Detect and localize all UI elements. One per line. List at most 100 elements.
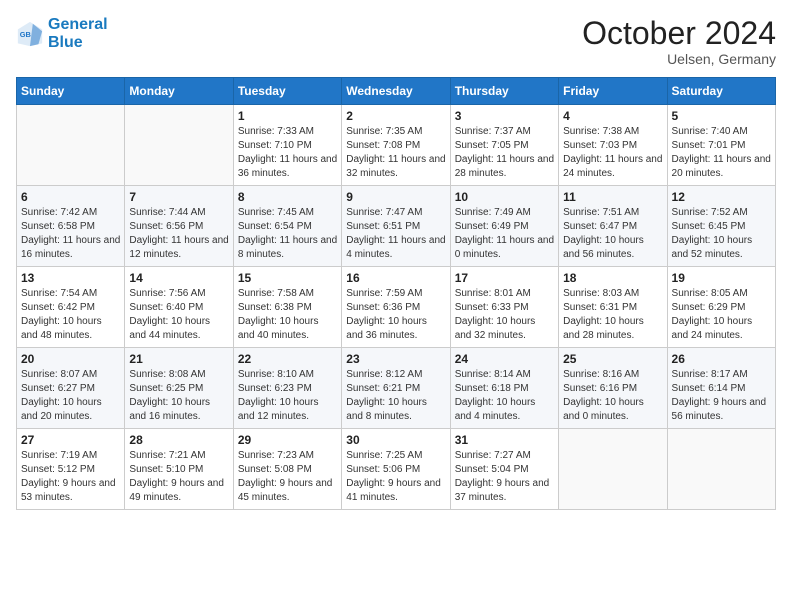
calendar-cell: 6 Sunrise: 7:42 AM Sunset: 6:58 PM Daylig… (17, 186, 125, 267)
day-info: Sunrise: 7:47 AM Sunset: 6:51 PM Dayligh… (346, 206, 445, 262)
calendar-header-row: SundayMondayTuesdayWednesdayThursdayFrid… (17, 78, 776, 105)
day-number: 1 (238, 109, 337, 123)
day-info: Sunrise: 8:16 AM Sunset: 6:16 PM Dayligh… (563, 368, 662, 424)
day-info: Sunrise: 7:38 AM Sunset: 7:03 PM Dayligh… (563, 125, 662, 181)
col-header-sunday: Sunday (17, 78, 125, 105)
calendar-cell: 12 Sunrise: 7:52 AM Sunset: 6:45 PM Dayli… (667, 186, 775, 267)
day-info: Sunrise: 7:42 AM Sunset: 6:58 PM Dayligh… (21, 206, 120, 262)
day-number: 12 (672, 190, 771, 204)
calendar-cell: 23 Sunrise: 8:12 AM Sunset: 6:21 PM Dayli… (342, 348, 450, 429)
day-number: 9 (346, 190, 445, 204)
calendar-week-2: 13 Sunrise: 7:54 AM Sunset: 6:42 PM Dayli… (17, 267, 776, 348)
col-header-wednesday: Wednesday (342, 78, 450, 105)
calendar-cell: 5 Sunrise: 7:40 AM Sunset: 7:01 PM Daylig… (667, 105, 775, 186)
day-info: Sunrise: 8:10 AM Sunset: 6:23 PM Dayligh… (238, 368, 337, 424)
day-info: Sunrise: 7:45 AM Sunset: 6:54 PM Dayligh… (238, 206, 337, 262)
day-number: 28 (129, 433, 228, 447)
day-info: Sunrise: 7:19 AM Sunset: 5:12 PM Dayligh… (21, 449, 120, 505)
day-number: 15 (238, 271, 337, 285)
day-number: 14 (129, 271, 228, 285)
calendar-cell: 13 Sunrise: 7:54 AM Sunset: 6:42 PM Dayli… (17, 267, 125, 348)
day-number: 25 (563, 352, 662, 366)
calendar-cell: 24 Sunrise: 8:14 AM Sunset: 6:18 PM Dayli… (450, 348, 558, 429)
calendar-cell: 8 Sunrise: 7:45 AM Sunset: 6:54 PM Daylig… (233, 186, 341, 267)
day-info: Sunrise: 7:58 AM Sunset: 6:38 PM Dayligh… (238, 287, 337, 343)
day-info: Sunrise: 7:33 AM Sunset: 7:10 PM Dayligh… (238, 125, 337, 181)
calendar-cell: 19 Sunrise: 8:05 AM Sunset: 6:29 PM Dayli… (667, 267, 775, 348)
logo: GB General Blue (16, 16, 108, 51)
day-number: 30 (346, 433, 445, 447)
calendar-week-1: 6 Sunrise: 7:42 AM Sunset: 6:58 PM Daylig… (17, 186, 776, 267)
day-info: Sunrise: 8:17 AM Sunset: 6:14 PM Dayligh… (672, 368, 771, 424)
col-header-friday: Friday (559, 78, 667, 105)
calendar-cell: 18 Sunrise: 8:03 AM Sunset: 6:31 PM Dayli… (559, 267, 667, 348)
calendar-cell: 14 Sunrise: 7:56 AM Sunset: 6:40 PM Dayli… (125, 267, 233, 348)
day-number: 10 (455, 190, 554, 204)
calendar-cell (125, 105, 233, 186)
day-number: 24 (455, 352, 554, 366)
calendar-week-4: 27 Sunrise: 7:19 AM Sunset: 5:12 PM Dayli… (17, 429, 776, 510)
calendar-cell: 9 Sunrise: 7:47 AM Sunset: 6:51 PM Daylig… (342, 186, 450, 267)
day-number: 31 (455, 433, 554, 447)
day-info: Sunrise: 7:25 AM Sunset: 5:06 PM Dayligh… (346, 449, 445, 505)
page-header: GB General Blue October 2024 Uelsen, Ger… (16, 16, 776, 67)
day-info: Sunrise: 7:21 AM Sunset: 5:10 PM Dayligh… (129, 449, 228, 505)
day-number: 16 (346, 271, 445, 285)
calendar-cell: 11 Sunrise: 7:51 AM Sunset: 6:47 PM Dayli… (559, 186, 667, 267)
day-number: 27 (21, 433, 120, 447)
day-info: Sunrise: 7:23 AM Sunset: 5:08 PM Dayligh… (238, 449, 337, 505)
calendar-cell: 28 Sunrise: 7:21 AM Sunset: 5:10 PM Dayli… (125, 429, 233, 510)
day-number: 5 (672, 109, 771, 123)
day-number: 21 (129, 352, 228, 366)
logo-icon: GB (16, 20, 44, 48)
calendar-table: SundayMondayTuesdayWednesdayThursdayFrid… (16, 77, 776, 510)
calendar-cell: 4 Sunrise: 7:38 AM Sunset: 7:03 PM Daylig… (559, 105, 667, 186)
day-info: Sunrise: 7:40 AM Sunset: 7:01 PM Dayligh… (672, 125, 771, 181)
day-number: 23 (346, 352, 445, 366)
day-info: Sunrise: 7:35 AM Sunset: 7:08 PM Dayligh… (346, 125, 445, 181)
day-number: 20 (21, 352, 120, 366)
col-header-tuesday: Tuesday (233, 78, 341, 105)
day-info: Sunrise: 7:27 AM Sunset: 5:04 PM Dayligh… (455, 449, 554, 505)
calendar-cell: 7Sunrise: 7:44 AM Sunset: 6:56 PM Daylig… (125, 186, 233, 267)
day-info: Sunrise: 7:49 AM Sunset: 6:49 PM Dayligh… (455, 206, 554, 262)
calendar-cell: 2 Sunrise: 7:35 AM Sunset: 7:08 PM Daylig… (342, 105, 450, 186)
title-block: October 2024 Uelsen, Germany (582, 16, 776, 67)
calendar-cell: 27 Sunrise: 7:19 AM Sunset: 5:12 PM Dayli… (17, 429, 125, 510)
day-number: 17 (455, 271, 554, 285)
day-number: 11 (563, 190, 662, 204)
calendar-cell: 29 Sunrise: 7:23 AM Sunset: 5:08 PM Dayli… (233, 429, 341, 510)
day-number: 2 (346, 109, 445, 123)
day-info: Sunrise: 7:54 AM Sunset: 6:42 PM Dayligh… (21, 287, 120, 343)
calendar-cell (667, 429, 775, 510)
day-number: 18 (563, 271, 662, 285)
calendar-cell: 22 Sunrise: 8:10 AM Sunset: 6:23 PM Dayli… (233, 348, 341, 429)
calendar-week-3: 20 Sunrise: 8:07 AM Sunset: 6:27 PM Dayli… (17, 348, 776, 429)
day-info: Sunrise: 7:52 AM Sunset: 6:45 PM Dayligh… (672, 206, 771, 262)
day-info: Sunrise: 7:56 AM Sunset: 6:40 PM Dayligh… (129, 287, 228, 343)
day-number: 22 (238, 352, 337, 366)
col-header-saturday: Saturday (667, 78, 775, 105)
calendar-cell: 31 Sunrise: 7:27 AM Sunset: 5:04 PM Dayli… (450, 429, 558, 510)
day-info: Sunrise: 7:51 AM Sunset: 6:47 PM Dayligh… (563, 206, 662, 262)
svg-text:GB: GB (20, 29, 32, 38)
day-info: Sunrise: 8:14 AM Sunset: 6:18 PM Dayligh… (455, 368, 554, 424)
day-number: 4 (563, 109, 662, 123)
day-info: Sunrise: 8:05 AM Sunset: 6:29 PM Dayligh… (672, 287, 771, 343)
day-number: 19 (672, 271, 771, 285)
day-number: 29 (238, 433, 337, 447)
logo-text: General Blue (48, 16, 108, 51)
day-number: 13 (21, 271, 120, 285)
col-header-monday: Monday (125, 78, 233, 105)
day-info: Sunrise: 8:12 AM Sunset: 6:21 PM Dayligh… (346, 368, 445, 424)
col-header-thursday: Thursday (450, 78, 558, 105)
day-info: Sunrise: 8:03 AM Sunset: 6:31 PM Dayligh… (563, 287, 662, 343)
calendar-cell: 1 Sunrise: 7:33 AM Sunset: 7:10 PM Daylig… (233, 105, 341, 186)
day-number: 6 (21, 190, 120, 204)
day-info: Sunrise: 8:07 AM Sunset: 6:27 PM Dayligh… (21, 368, 120, 424)
month-title: October 2024 (582, 16, 776, 51)
calendar-cell: 26Sunrise: 8:17 AM Sunset: 6:14 PM Dayli… (667, 348, 775, 429)
calendar-cell: 16Sunrise: 7:59 AM Sunset: 6:36 PM Dayli… (342, 267, 450, 348)
day-number: 8 (238, 190, 337, 204)
calendar-cell: 3Sunrise: 7:37 AM Sunset: 7:05 PM Daylig… (450, 105, 558, 186)
